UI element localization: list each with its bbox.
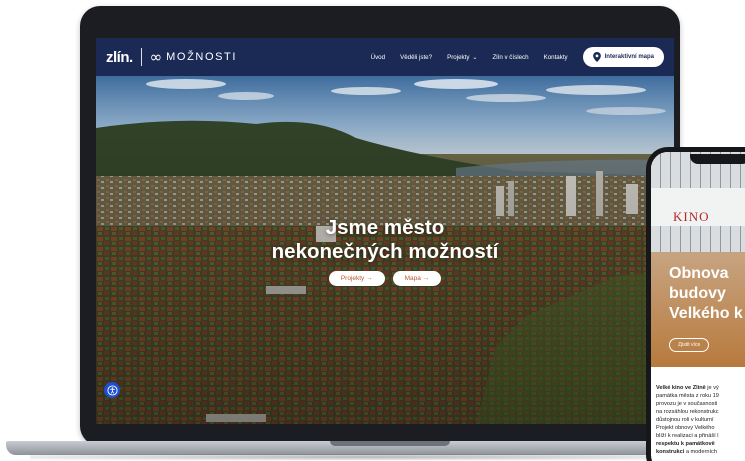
accessibility-symbol-icon: [106, 384, 118, 396]
phone-heading: Obnova budovy Velkého k: [669, 265, 743, 322]
phone-hero: KINO Obnova budovy Velkého k Zjistit víc…: [651, 152, 745, 367]
laptop-shadow: [30, 454, 690, 460]
phone-text-rest: důstojnou roli v kulturní: [656, 417, 714, 423]
phone-text-line: důstojnou roli v kulturní: [656, 416, 745, 424]
logo-moznosti: MOŽNOSTI: [166, 51, 238, 63]
phone-text-rest: na rozsáhlou rekonstrukc: [656, 409, 719, 415]
main-nav: Úvod Věděli jste? Projekty ⌄ Zlín v čísle…: [371, 47, 664, 67]
nav-link-vedeli-jste[interactable]: Věděli jste?: [400, 54, 432, 61]
phone-text-rest: Projekt obnovy Velkého: [656, 425, 715, 431]
kino-sign: KINO: [673, 209, 710, 224]
phone-text-line: konstrukci a moderních: [656, 448, 745, 456]
phone-text-rest: provozu je v současnosti: [656, 401, 718, 407]
mapa-button[interactable]: Mapa →: [392, 271, 442, 286]
device-mockup-scene: zlín. ∞ MOŽNOSTI Úvod Věděli jste? Proje…: [0, 0, 745, 461]
nav-link-uvod[interactable]: Úvod: [371, 54, 385, 61]
interactive-map-label: Interaktivní mapa: [604, 54, 654, 60]
phone-text-line: provozu je v současnosti: [656, 400, 745, 408]
phone-text-rest: je vý: [705, 385, 719, 391]
phone-text-bold: respektu k památkově: [656, 441, 715, 447]
site-header: zlín. ∞ MOŽNOSTI Úvod Věděli jste? Proje…: [96, 38, 674, 76]
phone-text-rest: blíží k realizaci a přináší l: [656, 433, 719, 439]
phone-body-text: Velké kino ve Zlíně je vý památka města …: [656, 384, 745, 456]
logo-zlin: zlín.: [106, 48, 133, 66]
accessibility-icon[interactable]: [104, 382, 120, 398]
chevron-down-icon: ⌄: [472, 54, 478, 61]
site-logo[interactable]: zlín. ∞ MOŽNOSTI: [106, 48, 237, 66]
phone-text-bold: Velké kino ve Zlíně: [656, 385, 706, 391]
nav-link-zlin-v-cislech[interactable]: Zlín v číslech: [492, 54, 528, 61]
laptop-screen: zlín. ∞ MOŽNOSTI Úvod Věděli jste? Proje…: [96, 38, 674, 424]
hero-buttons: Projekty → Mapa →: [96, 271, 674, 286]
phone-notch: [690, 154, 745, 164]
phone-text-line: Velké kino ve Zlíně je vý: [656, 384, 745, 392]
phone-text-line: památka města z roku 19: [656, 392, 745, 400]
infinity-icon: ∞: [149, 48, 163, 66]
phone-text-line: na rozsáhlou rekonstrukc: [656, 408, 745, 416]
phone-text-line: Projekt obnovy Velkého: [656, 424, 745, 432]
phone-text-line: respektu k památkově: [656, 440, 745, 448]
hero-heading: Jsme město nekonečných možností: [96, 216, 674, 264]
projekty-button[interactable]: Projekty →: [328, 271, 385, 286]
nav-link-projekty-label: Projekty: [447, 53, 470, 61]
hero-heading-line1: Jsme město: [325, 216, 445, 239]
phone-screen: KINO Obnova budovy Velkého k Zjistit víc…: [651, 152, 745, 461]
phone-text-rest: a moderních: [684, 449, 717, 455]
logo-divider: [140, 48, 142, 66]
hero-heading-line2: nekonečných možností: [271, 240, 499, 263]
nav-link-kontakty[interactable]: Kontakty: [544, 54, 568, 61]
phone-more-button[interactable]: Zjistit více: [669, 338, 710, 352]
nav-link-projekty[interactable]: Projekty ⌄: [447, 54, 477, 61]
phone-text-line: blíží k realizaci a přináší l: [656, 432, 745, 440]
interactive-map-button[interactable]: Interaktivní mapa: [582, 47, 664, 67]
phone-text-rest: památka města z roku 19: [656, 393, 719, 399]
hero-section: Jsme město nekonečných možností Projekty…: [96, 76, 674, 424]
phone-text-bold: konstrukci: [656, 449, 685, 455]
laptop-hinge-notch: [330, 441, 450, 446]
map-pin-icon: [592, 52, 601, 62]
